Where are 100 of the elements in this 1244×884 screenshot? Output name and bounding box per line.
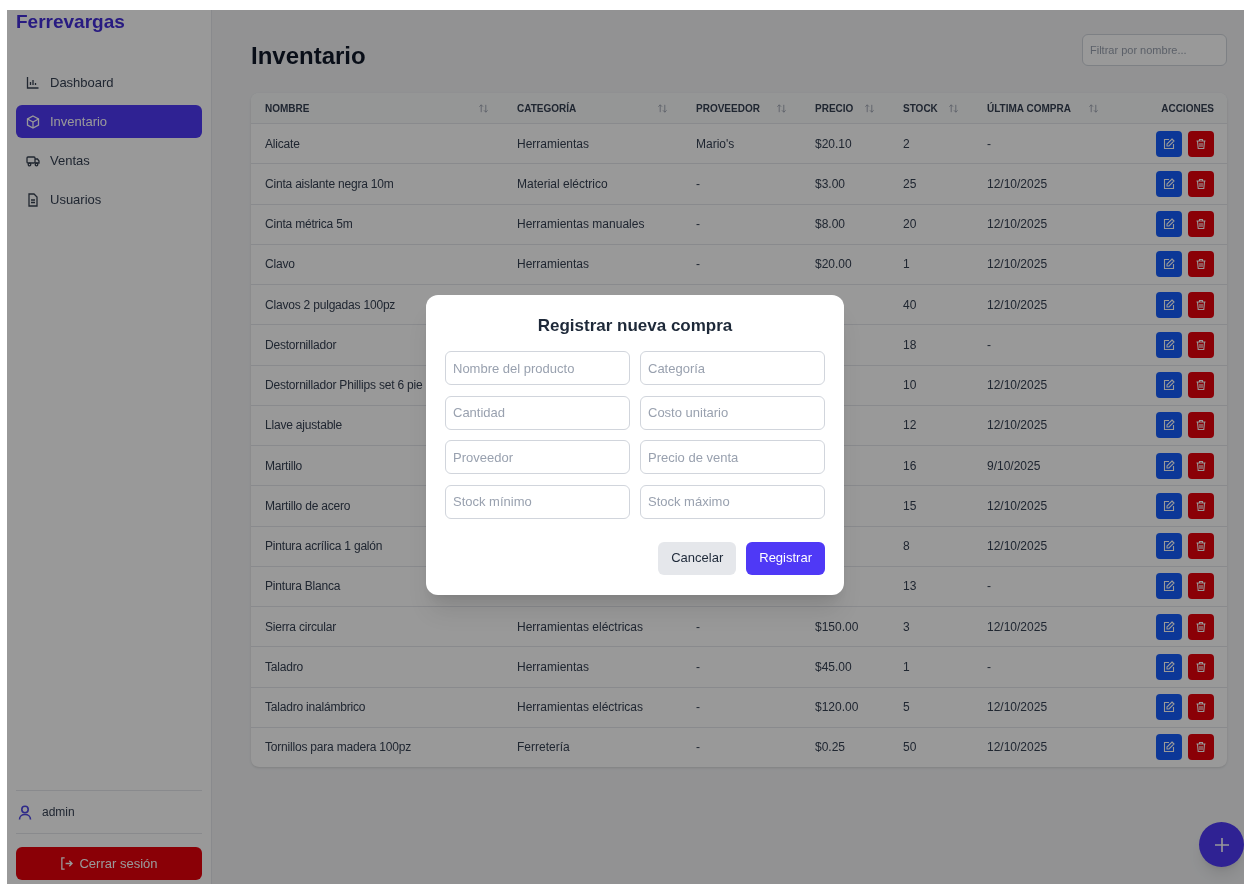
table-cell: -	[987, 337, 991, 352]
register-button[interactable]: Registrar	[746, 541, 825, 575]
input-field[interactable]: Categoría	[640, 351, 825, 385]
edit-icon	[1163, 137, 1175, 150]
chart-icon	[26, 75, 40, 90]
sort-icon[interactable]	[948, 102, 959, 114]
table-cell: Herramientas	[517, 659, 590, 674]
delete-button[interactable]	[1188, 573, 1214, 600]
trash-icon	[1195, 499, 1207, 512]
filter-field[interactable]: Filtrar por nombre...	[1082, 34, 1227, 66]
table-cell: $8.00	[815, 217, 846, 232]
delete-button[interactable]	[1188, 291, 1214, 318]
edit-button[interactable]	[1156, 452, 1182, 479]
delete-button[interactable]	[1188, 694, 1214, 721]
edit-button[interactable]	[1156, 170, 1182, 197]
delete-button[interactable]	[1188, 452, 1214, 479]
table-cell: Llave ajustable	[265, 418, 343, 433]
edit-button[interactable]	[1156, 251, 1182, 278]
delete-button[interactable]	[1188, 372, 1214, 399]
trash-icon	[1195, 540, 1207, 553]
table-cell: 40	[903, 297, 917, 312]
page-title: Inventario	[251, 41, 366, 71]
table-cell: Cinta aislante negra 10m	[265, 176, 394, 191]
trash-icon	[1195, 660, 1207, 673]
nav-item[interactable]: Inventario	[16, 105, 202, 138]
plus-icon	[1214, 837, 1229, 852]
edit-button[interactable]	[1156, 331, 1182, 358]
delete-button[interactable]	[1188, 130, 1214, 157]
table-cell: 15	[903, 498, 917, 513]
edit-button[interactable]	[1156, 412, 1182, 439]
edit-icon	[1163, 459, 1175, 472]
delete-button[interactable]	[1188, 533, 1214, 560]
nav-item[interactable]: Dashboard	[16, 66, 202, 99]
user-icon	[18, 804, 32, 820]
edit-icon	[1163, 379, 1175, 392]
delete-button[interactable]	[1188, 412, 1214, 439]
edit-button[interactable]	[1156, 653, 1182, 680]
table-cell: 50	[903, 740, 917, 755]
table-cell: -	[987, 579, 991, 594]
cancel-button[interactable]: Cancelar	[658, 541, 737, 575]
delete-button[interactable]	[1188, 251, 1214, 278]
nav-item[interactable]: Usuarios	[16, 183, 202, 216]
trash-icon	[1195, 298, 1207, 311]
input-field[interactable]: Precio de venta	[640, 440, 825, 474]
table-cell: 13	[903, 579, 917, 594]
input-field[interactable]: Cantidad	[445, 395, 630, 430]
edit-button[interactable]	[1156, 573, 1182, 600]
edit-button[interactable]	[1156, 613, 1182, 640]
table-cell: -	[987, 659, 991, 674]
input-field[interactable]: Stock mínimo	[445, 484, 630, 519]
edit-button[interactable]	[1156, 492, 1182, 519]
sort-icon[interactable]	[1088, 102, 1099, 114]
input-field[interactable]: Stock máximo	[640, 484, 825, 519]
table-cell: Sierra circular	[265, 619, 337, 634]
add-button[interactable]	[1199, 822, 1244, 867]
input-field[interactable]: Nombre del producto	[445, 351, 630, 385]
delete-button[interactable]	[1188, 613, 1214, 640]
delete-button[interactable]	[1188, 170, 1214, 197]
edit-icon	[1163, 620, 1175, 633]
edit-button[interactable]	[1156, 694, 1182, 721]
edit-button[interactable]	[1156, 372, 1182, 399]
table-cell: -	[696, 176, 700, 191]
edit-icon	[1163, 499, 1175, 512]
edit-button[interactable]	[1156, 734, 1182, 761]
table-cell: 12/10/2025	[987, 378, 1048, 393]
table-cell: Herramientas	[517, 257, 590, 272]
table-cell: -	[696, 619, 700, 634]
edit-button[interactable]	[1156, 130, 1182, 157]
table-cell: 10	[903, 378, 917, 393]
sort-icon[interactable]	[657, 102, 668, 114]
table-cell: Martillo de acero	[265, 498, 351, 513]
table-cell: Herramientas eléctricas	[517, 619, 644, 634]
edit-button[interactable]	[1156, 533, 1182, 560]
input-field[interactable]: Proveedor	[445, 440, 630, 474]
table-cell: Herramientas eléctricas	[517, 700, 644, 715]
edit-button[interactable]	[1156, 291, 1182, 318]
trash-icon	[1195, 620, 1207, 633]
input-field[interactable]: Costo unitario	[640, 395, 825, 430]
nav-item[interactable]: Ventas	[16, 144, 202, 177]
edit-icon	[1163, 298, 1175, 311]
trash-icon	[1195, 177, 1207, 190]
delete-button[interactable]	[1188, 492, 1214, 519]
edit-icon	[1163, 660, 1175, 673]
table-cell: 9/10/2025	[987, 458, 1041, 473]
sort-icon[interactable]	[478, 102, 489, 114]
delete-button[interactable]	[1188, 653, 1214, 680]
sort-icon[interactable]	[864, 102, 875, 114]
column-header: STOCK	[903, 101, 938, 116]
delete-button[interactable]	[1188, 331, 1214, 358]
table-cell: 12/10/2025	[987, 176, 1048, 191]
delete-button[interactable]	[1188, 734, 1214, 761]
edit-button[interactable]	[1156, 211, 1182, 238]
column-header: CATEGORÍA	[517, 101, 577, 116]
logout-button[interactable]: Cerrar sesión	[16, 847, 202, 880]
trash-icon	[1195, 419, 1207, 432]
document-icon	[26, 192, 40, 207]
delete-button[interactable]	[1188, 211, 1214, 238]
sort-icon[interactable]	[776, 102, 787, 114]
cube-icon	[26, 114, 40, 129]
trash-icon	[1195, 701, 1207, 714]
